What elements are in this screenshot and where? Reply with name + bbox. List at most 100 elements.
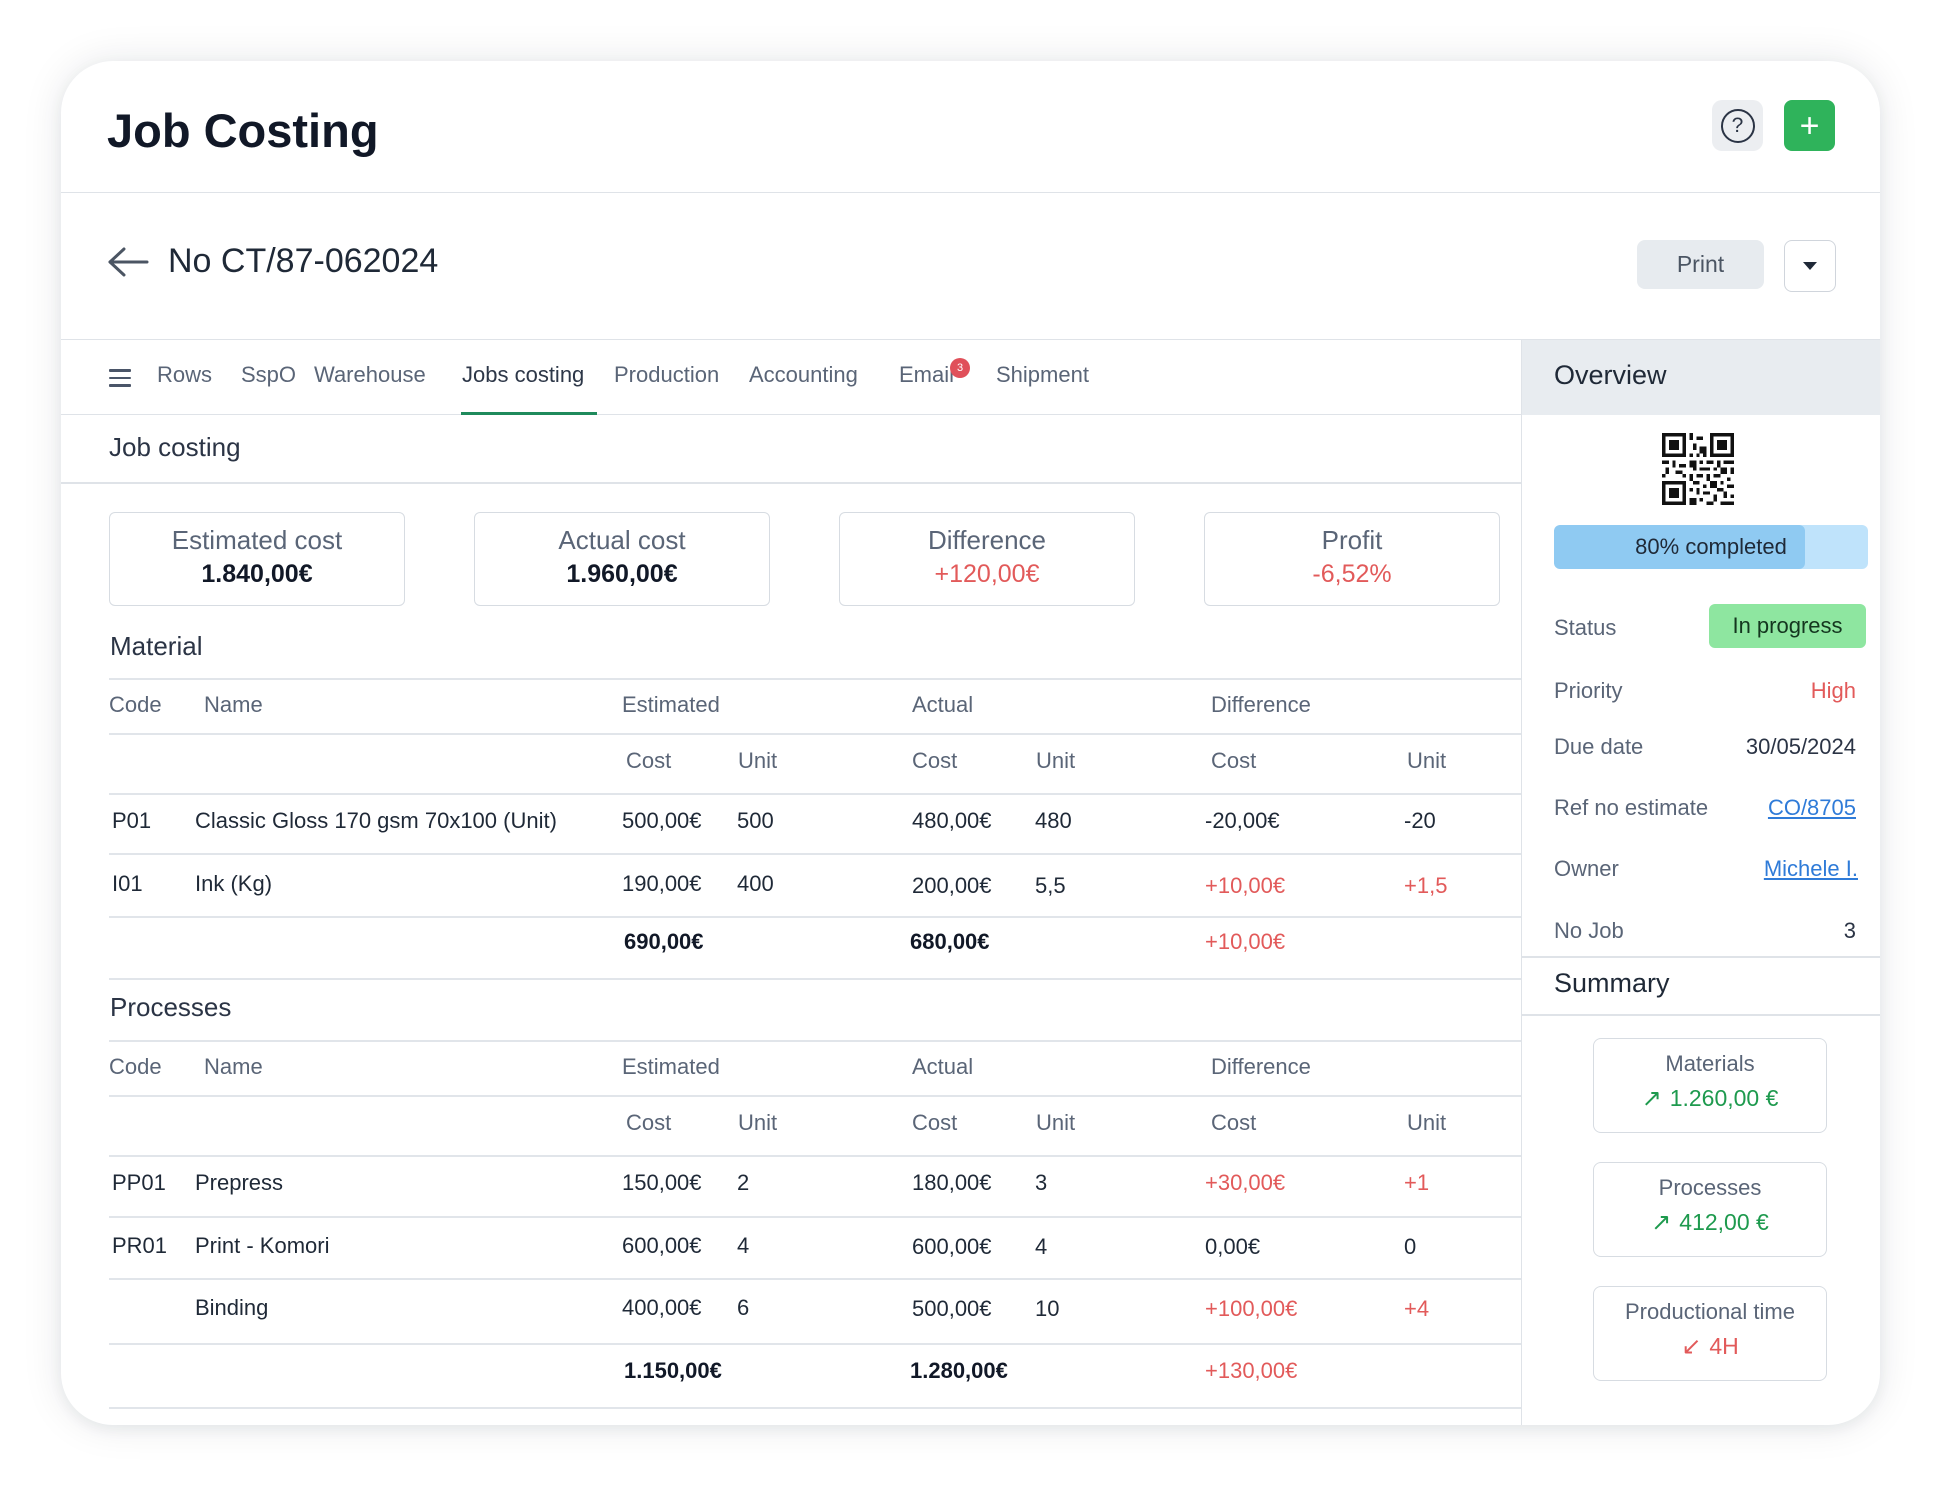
cell-act-unit: 480 [1035, 808, 1072, 833]
tab-email[interactable]: Email [899, 362, 954, 388]
cell-code: PP01 [112, 1170, 166, 1195]
ref-no-link[interactable]: CO/8705 [1768, 795, 1856, 821]
divider [109, 978, 1521, 980]
cell-act-unit: 3 [1035, 1170, 1048, 1195]
col-diff-cost: Cost [1211, 1110, 1257, 1135]
cell-est-unit: 400 [737, 871, 774, 896]
tab-accounting[interactable]: Accounting [749, 362, 858, 388]
kpi-difference: Difference +120,00€ [839, 512, 1135, 606]
status-label: Status [1554, 615, 1617, 640]
cell-est-cost: 500,00€ [622, 808, 702, 833]
total-diff-cost: +10,00€ [1205, 929, 1286, 954]
cell-diff-unit: 0 [1404, 1234, 1417, 1259]
cell-est-cost: 600,00€ [622, 1233, 702, 1258]
kpi-profit: Profit -6,52% [1204, 512, 1500, 606]
more-options-button[interactable] [1784, 240, 1836, 292]
progress-label: 80% completed [1635, 534, 1787, 559]
summary-value-row: ↗ 412,00 € [1594, 1209, 1826, 1236]
cell-act-unit: 5,5 [1035, 873, 1066, 898]
divider [1522, 956, 1880, 958]
cell-act-unit: 4 [1035, 1234, 1048, 1259]
trend-up-icon: ↗ [1651, 1208, 1672, 1236]
col-actual: Actual [912, 1054, 974, 1079]
page-title: Job Costing [107, 104, 379, 157]
cell-est-unit: 500 [737, 808, 774, 833]
col-diff-unit: Unit [1407, 1110, 1447, 1135]
help-button[interactable]: ? [1712, 100, 1763, 151]
total-est-cost: 690,00€ [624, 929, 704, 954]
divider [109, 1040, 1521, 1042]
col-estimated: Estimated [622, 692, 720, 717]
cell-act-unit: 10 [1035, 1296, 1060, 1321]
cell-act-cost: 200,00€ [912, 873, 992, 898]
summary-title: Summary [1554, 968, 1670, 998]
cell-diff-unit: +1,5 [1404, 873, 1448, 898]
summary-value-row: ↙ 4H [1594, 1333, 1826, 1360]
material-title: Material [110, 631, 203, 661]
trend-down-icon: ↙ [1681, 1332, 1702, 1360]
divider [109, 1343, 1521, 1345]
tab-warehouse[interactable]: Warehouse [314, 362, 426, 388]
divider [109, 1155, 1521, 1157]
tab-sspo[interactable]: SspO [241, 362, 296, 388]
active-tab-indicator [461, 412, 597, 415]
back-arrow-icon[interactable] [107, 246, 149, 278]
owner-link[interactable]: Michele I. [1764, 856, 1858, 882]
kpi-value: +120,00€ [934, 560, 1040, 588]
cell-diff-cost: +30,00€ [1205, 1170, 1286, 1195]
tab-production[interactable]: Production [614, 362, 719, 388]
cell-name: Classic Gloss 170 gsm 70x100 (Unit) [195, 808, 557, 833]
summary-value-row: ↗ 1.260,00 € [1594, 1085, 1826, 1112]
cell-name: Print - Komori [195, 1233, 330, 1258]
add-button[interactable]: + [1784, 100, 1835, 151]
processes-title: Processes [110, 992, 232, 1022]
plus-icon: + [1799, 106, 1820, 145]
qr-code-icon[interactable] [1662, 433, 1734, 505]
col-difference: Difference [1211, 692, 1311, 717]
summary-value: 412,00 € [1679, 1209, 1769, 1235]
no-job-value: 3 [1843, 918, 1856, 943]
due-date-value: 30/05/2024 [1745, 734, 1856, 759]
progress-bar: 80% completed [1554, 525, 1868, 569]
col-act-unit: Unit [1036, 748, 1076, 773]
tab-jobs-costing[interactable]: Jobs costing [462, 362, 584, 388]
tab-rows[interactable]: Rows [157, 362, 212, 388]
kpi-value: 1.960,00€ [566, 560, 678, 588]
cell-name: Ink (Kg) [195, 871, 273, 896]
cell-est-cost: 190,00€ [622, 871, 702, 896]
cell-diff-cost: -20,00€ [1205, 808, 1280, 833]
app-header: Job Costing ? + [61, 61, 1880, 193]
col-act-cost: Cost [912, 1110, 958, 1135]
owner-label: Owner [1554, 856, 1619, 881]
cell-code: P01 [112, 808, 152, 833]
summary-card-processes: Processes ↗ 412,00 € [1593, 1162, 1827, 1257]
kpi-value: 1.840,00€ [201, 560, 313, 588]
kpi-actual-cost: Actual cost 1.960,00€ [474, 512, 770, 606]
hamburger-menu-icon[interactable] [109, 369, 131, 387]
divider [109, 853, 1521, 855]
cell-diff-cost: +100,00€ [1205, 1296, 1298, 1321]
priority-value: High [1810, 678, 1856, 703]
divider [109, 1216, 1521, 1218]
col-act-unit: Unit [1036, 1110, 1076, 1135]
tab-shipment[interactable]: Shipment [996, 362, 1089, 388]
main-content: Rows SspO Warehouse Jobs costing Product… [61, 340, 1521, 1425]
cell-act-cost: 180,00€ [912, 1170, 992, 1195]
cell-diff-cost: 0,00€ [1205, 1234, 1261, 1259]
cell-diff-unit: +4 [1404, 1296, 1430, 1321]
divider [109, 793, 1521, 795]
no-job-label: No Job [1554, 918, 1624, 943]
overview-panel: Overview 80% completed Status In progres… [1521, 340, 1880, 1425]
kpi-estimated-cost: Estimated cost 1.840,00€ [109, 512, 405, 606]
divider [109, 1407, 1521, 1409]
print-button[interactable]: Print [1637, 240, 1764, 289]
status-badge: In progress [1709, 604, 1866, 648]
trend-up-icon: ↗ [1641, 1084, 1662, 1112]
total-act-cost: 680,00€ [910, 929, 990, 954]
overview-title: Overview [1554, 360, 1667, 390]
cell-est-unit: 6 [737, 1295, 750, 1320]
cell-est-cost: 150,00€ [622, 1170, 702, 1195]
col-est-unit: Unit [738, 1110, 778, 1135]
divider [109, 916, 1521, 918]
col-est-cost: Cost [626, 1110, 672, 1135]
